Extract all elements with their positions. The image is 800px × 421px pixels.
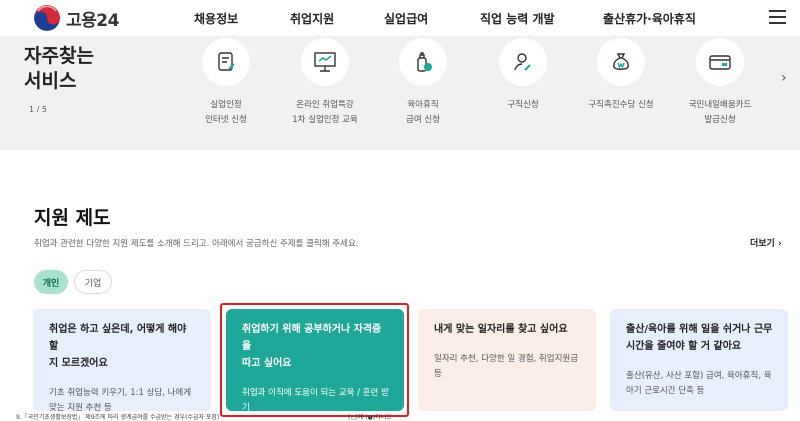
service-label: 구직신청 bbox=[507, 100, 539, 110]
person-pen-icon bbox=[499, 38, 547, 86]
support-card-find-job[interactable]: 내게 맞는 일자리를 찾고 싶어요 일자리 추천, 다양한 일 경험, 취업지원… bbox=[418, 309, 596, 411]
card-description: 일자리 추천, 다양한 일 경험, 취업지원금 등 bbox=[434, 354, 579, 379]
logo[interactable]: 고용24 bbox=[34, 5, 119, 31]
support-title: 지원 제도 bbox=[34, 207, 111, 229]
nav-vocational-training[interactable]: 직업 능력 개발 bbox=[480, 10, 555, 27]
more-link[interactable]: 더보기 › bbox=[750, 236, 782, 249]
document-pen-icon bbox=[202, 38, 250, 86]
service-parental-leave-benefit[interactable]: 육아휴직 급여 신청 bbox=[368, 38, 478, 128]
service-label: 실업인정 인터넷 신청 bbox=[205, 100, 247, 125]
nav-employment-support[interactable]: 취업지원 bbox=[290, 10, 334, 27]
logo-text: 고용24 bbox=[66, 10, 119, 31]
chevron-right-icon[interactable]: › bbox=[781, 70, 787, 86]
hamburger-menu-icon[interactable] bbox=[769, 10, 786, 24]
support-card-maternity-childcare[interactable]: 출산/육아를 위해 일을 쉬거나 근무 시간을 줄여야 할 거 같아요 출산(유… bbox=[610, 309, 788, 411]
card-description: 출산(유산, 사산 포함) 급여, 육아휴직, 육 아기 근로시간 단축 등 bbox=[626, 371, 772, 396]
card-title: 취업은 하고 싶은데, 어떻게 해야 할 지 모르겠어요 bbox=[49, 324, 187, 369]
service-job-application[interactable]: 구직신청 bbox=[468, 38, 578, 113]
frequent-services: 자주찾는 서비스 1 / 5 실업인정 인터넷 신청 온라인 취업특강 1차 실… bbox=[0, 36, 800, 150]
page-indicator: 1 / 5 bbox=[29, 105, 47, 114]
money-bag-icon bbox=[597, 38, 645, 86]
card-title: 내게 맞는 일자리를 찾고 싶어요 bbox=[434, 324, 568, 335]
support-card-training-certificate[interactable]: 취업하기 위해 공부하거나 자격증을 따고 싶어요 취업과 이직에 도움이 되는… bbox=[226, 309, 404, 413]
card-title: 출산/육아를 위해 일을 쉬거나 근무 시간을 줄여야 할 거 같아요 bbox=[626, 324, 773, 352]
presentation-board-icon bbox=[301, 38, 349, 86]
service-label: 온라인 취업특강 1차 실업인정 교육 bbox=[292, 100, 358, 125]
service-training-card[interactable]: 국민내일배움카드 발급신청 bbox=[665, 38, 775, 128]
tab-individual[interactable]: 개인 bbox=[34, 270, 68, 294]
service-label: 국민내일배움카드 발급신청 bbox=[688, 100, 752, 125]
tab-company[interactable]: 기업 bbox=[74, 270, 112, 294]
nav-unemployment-benefit[interactable]: 실업급여 bbox=[384, 10, 428, 27]
support-description: 취업과 관련한 다양한 지원 제도를 소개해 드리고. 아래에서 궁금하신 주제… bbox=[34, 239, 359, 249]
baby-bottle-icon bbox=[399, 38, 447, 86]
card-title: 취업하기 위해 공부하거나 자격증을 따고 싶어요 bbox=[242, 324, 382, 369]
support-card-career-guidance[interactable]: 취업은 하고 싶은데, 어떻게 해야 할 지 모르겠어요 기초 취업능력 키우기… bbox=[33, 309, 211, 413]
footnote-options: (○)예 (●)아니오 bbox=[348, 414, 392, 421]
taegeuk-logo-icon bbox=[34, 5, 60, 31]
service-unemployment-recognition[interactable]: 실업인정 인터넷 신청 bbox=[171, 38, 281, 128]
service-job-seeking-allowance[interactable]: 구직촉진수당 신청 bbox=[566, 38, 676, 113]
footnote: 9.「국민기초생활보장법」 제9조에 따라 생계급여를 수급받는 경우(수급자 … bbox=[16, 414, 220, 421]
site-header: 고용24 채용정보 취업지원 실업급여 직업 능력 개발 출산휴가·육아휴직 bbox=[0, 0, 800, 36]
service-label: 육아휴직 급여 신청 bbox=[406, 100, 440, 125]
card-icon bbox=[696, 38, 744, 86]
service-online-lecture[interactable]: 온라인 취업특강 1차 실업인정 교육 bbox=[270, 38, 380, 128]
service-label: 구직촉진수당 신청 bbox=[588, 100, 654, 110]
nav-jobs[interactable]: 채용정보 bbox=[194, 10, 238, 27]
nav-maternity-leave[interactable]: 출산휴가·육아휴직 bbox=[603, 10, 696, 27]
frequent-services-title: 자주찾는 서비스 bbox=[24, 45, 94, 92]
